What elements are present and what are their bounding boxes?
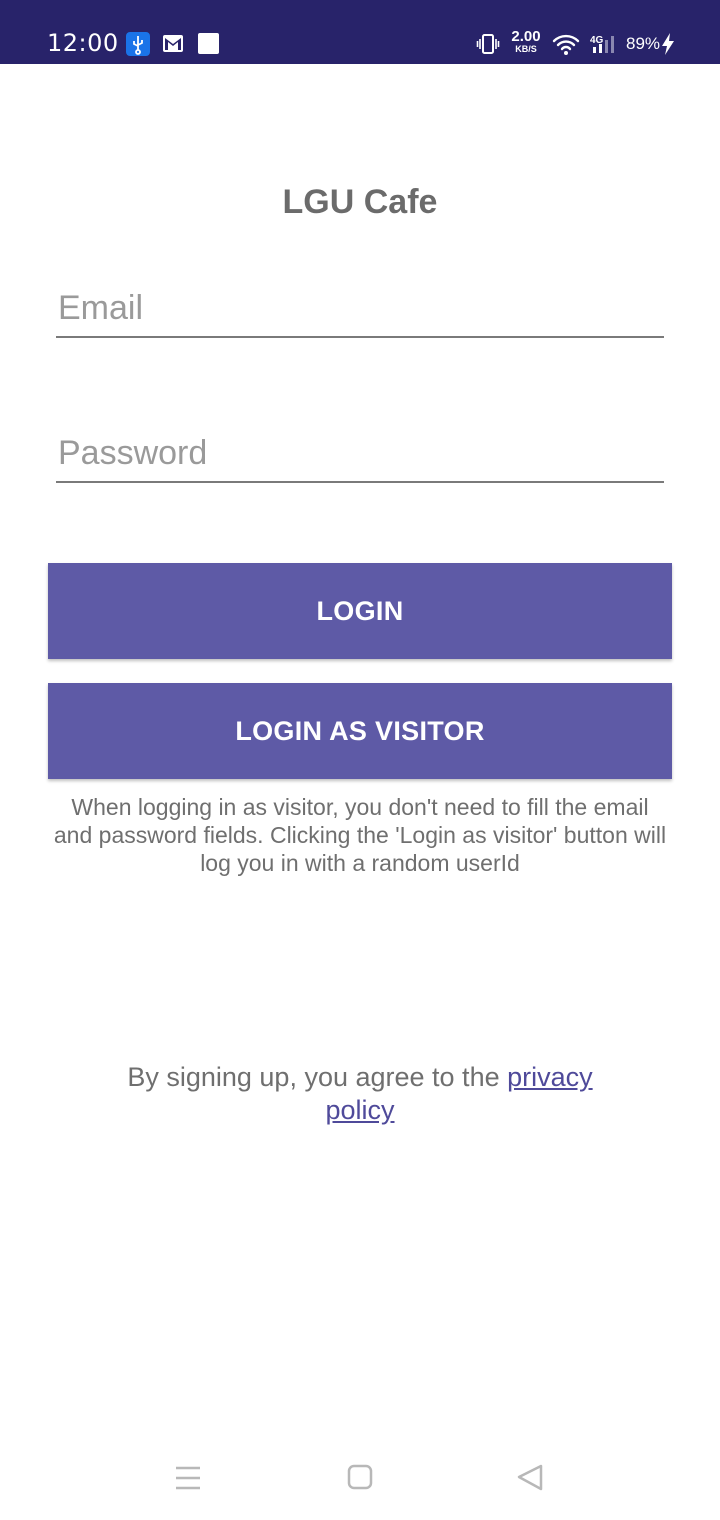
wifi-icon (552, 32, 580, 56)
vibrate-icon (476, 32, 500, 56)
cell-signal-icon: 4G (588, 32, 620, 56)
network-speed-value: 2.00 (511, 28, 541, 45)
back-icon[interactable] (508, 1458, 552, 1498)
status-bar: 12:00 2.00 KB/S 4G 89% (0, 0, 720, 64)
charging-icon (660, 32, 676, 56)
notification-icon (198, 33, 219, 54)
status-time: 12:00 (47, 29, 119, 57)
visitor-note: When logging in as visitor, you don't ne… (53, 794, 667, 876)
usb-icon (126, 32, 150, 56)
network-speed-unit: KB/S (515, 44, 537, 54)
login-button[interactable]: LOGIN (48, 563, 672, 659)
home-icon[interactable] (338, 1458, 382, 1498)
privacy-agreement-text: By signing up, you agree to the (127, 1062, 508, 1092)
email-field[interactable] (56, 280, 664, 338)
navigation-bar (0, 1440, 720, 1520)
app-title: LGU Cafe (282, 183, 438, 221)
login-as-visitor-button[interactable]: LOGIN AS VISITOR (48, 683, 672, 779)
menu-icon[interactable] (166, 1458, 210, 1498)
privacy-agreement: By signing up, you agree to the privacy … (110, 1061, 610, 1127)
password-field[interactable] (56, 425, 664, 483)
network-speed: 2.00 KB/S (508, 29, 544, 54)
gmail-icon (162, 34, 184, 53)
battery-level: 89% (626, 34, 661, 53)
